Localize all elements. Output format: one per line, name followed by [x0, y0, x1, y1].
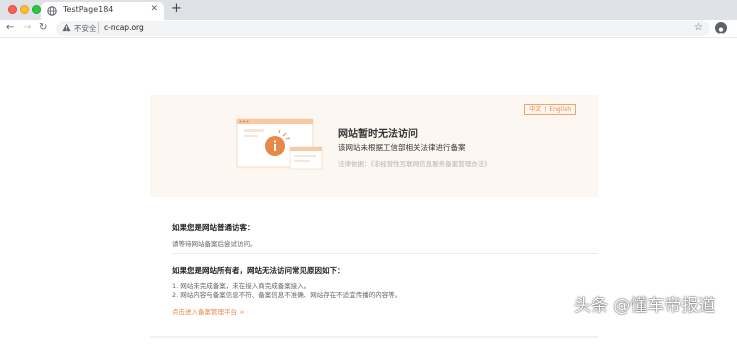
bookmark-star-icon[interactable]: ☆: [694, 22, 703, 33]
globe-icon: [47, 6, 57, 16]
maximize-window-button[interactable]: [32, 5, 41, 14]
tab-testpage[interactable]: TestPage184 ✕: [41, 2, 164, 20]
lang-separator: |: [544, 106, 547, 113]
profile-avatar-icon[interactable]: [715, 22, 727, 35]
visitor-section: 如果您是网站普通访客： 请等待网站备案后尝试访问。: [172, 222, 257, 248]
section-divider: [172, 253, 598, 254]
tab-title: TestPage184: [63, 5, 114, 14]
reload-icon[interactable]: ↻: [39, 22, 47, 33]
language-switcher: 中文 | English: [524, 104, 576, 115]
owner-reason-1: 1. 网站未完成备案，未在接入商完成备案接入。: [172, 282, 311, 290]
insecure-label[interactable]: 不安全: [74, 23, 97, 34]
browser-toolbar: ← → ↻ 不安全 c-ncap.org ☆: [0, 20, 737, 38]
banner-subtitle: 该网站未根据工信部相关法律进行备案: [338, 143, 466, 152]
address-bar[interactable]: 不安全 c-ncap.org: [56, 21, 710, 36]
owner-reason-2: 2. 网站内容与备案信息不符、备案信息不准确、网站存在不适宜传播的内容等。: [172, 291, 402, 299]
lang-zh-link[interactable]: 中文: [529, 105, 541, 114]
url-text[interactable]: c-ncap.org: [104, 23, 144, 32]
minimize-window-button[interactable]: [20, 5, 29, 14]
close-icon[interactable]: ✕: [150, 4, 158, 14]
new-tab-button[interactable]: +: [171, 1, 182, 16]
warning-icon[interactable]: [62, 23, 71, 32]
visitor-text: 请等待网站备案后尝试访问。: [172, 240, 257, 248]
notice-banner: 中文 | English 网站暂时无法访问 该网站未根据工信部相关法律进行备案 …: [150, 95, 598, 197]
filing-platform-link[interactable]: 点击进入备案管理平台 >: [172, 306, 245, 316]
content-bottom-edge: [150, 336, 598, 338]
banner-title: 网站暂时无法访问: [338, 129, 418, 140]
close-window-button[interactable]: [8, 5, 17, 14]
owner-section: 如果您是网站所有者，网站无法访问常见原因如下： 1. 网站未完成备案，未在接入商…: [172, 265, 401, 300]
url-separator: [98, 22, 99, 33]
browser-tabstrip: TestPage184 ✕ +: [0, 0, 737, 20]
watermark: 头条 @懂车帝报道: [574, 296, 716, 316]
back-arrow-icon[interactable]: ←: [6, 22, 14, 33]
banner-law-reference: 法律依据：《非经营性互联网信息服务备案管理办法》: [338, 160, 491, 168]
forward-arrow-icon[interactable]: →: [23, 22, 31, 33]
info-icon: [236, 118, 323, 170]
owner-heading: 如果您是网站所有者，网站无法访问常见原因如下：: [172, 266, 345, 275]
visitor-heading: 如果您是网站普通访客：: [172, 223, 255, 232]
lang-en-link[interactable]: English: [549, 105, 571, 114]
